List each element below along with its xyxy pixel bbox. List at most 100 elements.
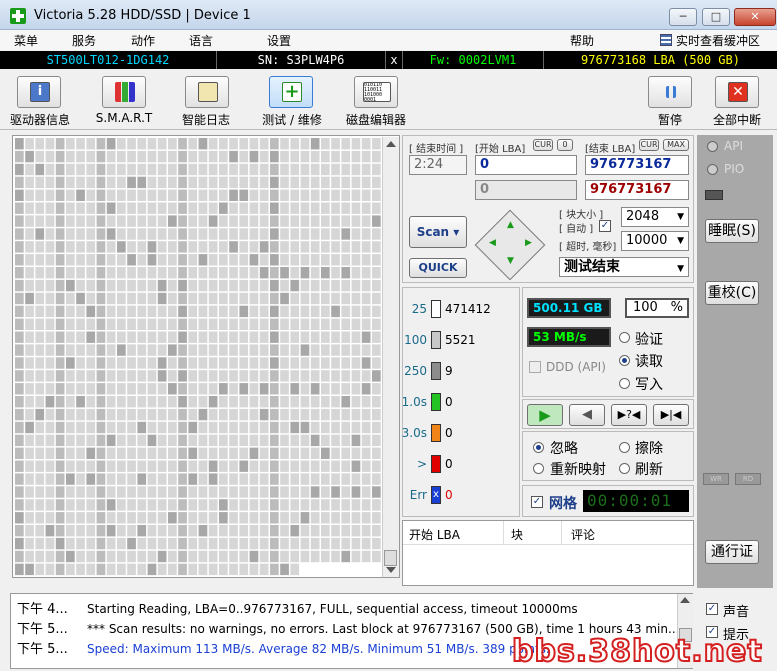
grid-block	[372, 138, 381, 150]
grid-block	[219, 305, 228, 318]
refresh-radio[interactable]	[619, 463, 630, 474]
grid-block	[168, 331, 177, 343]
arrow-down-icon[interactable]: ▼	[507, 256, 514, 266]
play-button[interactable]: ▶	[527, 404, 563, 426]
grid-block	[239, 163, 249, 176]
grid-block	[66, 176, 75, 189]
start-zero-button[interactable]: 0	[557, 139, 573, 151]
abort-all-button[interactable]: ✕	[715, 76, 759, 108]
grid-block	[35, 383, 45, 395]
end-lba-field[interactable]: 976773167	[585, 155, 689, 175]
grid-block	[249, 550, 259, 563]
grid-block	[157, 525, 167, 537]
ignore-radio[interactable]	[533, 442, 544, 453]
menu-language[interactable]: 语言	[189, 32, 213, 49]
smart-log-button[interactable]	[185, 76, 229, 108]
grid-checkbox[interactable]: ✓	[531, 496, 543, 508]
grid-block	[147, 460, 157, 472]
write-radio[interactable]	[619, 378, 630, 389]
grid-block	[117, 357, 126, 369]
quick-button[interactable]: QUICK	[409, 258, 467, 278]
pause-button[interactable]	[648, 76, 692, 108]
recalibrate-button[interactable]: 重校(C)	[705, 281, 759, 305]
grid-block	[259, 396, 269, 408]
auto-checkbox[interactable]: ✓	[599, 220, 611, 232]
grid-block	[178, 254, 187, 266]
grid-block	[117, 176, 126, 189]
device-serial: SN: S3PLW4P6	[257, 53, 345, 67]
col-block[interactable]: 块	[511, 526, 523, 543]
passthrough-button[interactable]: 通行证	[705, 540, 759, 564]
arrow-left-icon[interactable]: ◀	[489, 238, 496, 248]
disk-editor-button[interactable]: 010110 110011 101000 0001	[354, 76, 398, 108]
close-button[interactable]: ✕	[734, 8, 776, 26]
grid-block	[35, 331, 45, 343]
rewind-button[interactable]: ◀	[569, 404, 605, 426]
grid-block	[45, 331, 55, 343]
grid-block	[270, 357, 279, 369]
api-radio[interactable]	[707, 141, 718, 152]
grid-block	[76, 150, 85, 163]
start-lba-field-2[interactable]: 0	[475, 180, 577, 200]
end-lba-field-2[interactable]: 976773167	[585, 180, 689, 200]
block-size-select[interactable]: 2048 ▼	[621, 207, 689, 227]
menu-action[interactable]: 动作	[131, 32, 155, 49]
grid-block	[168, 176, 177, 189]
grid-block	[239, 383, 249, 395]
menu-service[interactable]: 服务	[72, 32, 96, 49]
grid-block	[372, 279, 381, 292]
menu-realtime-buffer[interactable]: 实时查看缓冲区	[676, 32, 760, 49]
grid-block	[361, 396, 371, 408]
smart-button[interactable]	[102, 76, 146, 108]
read-radio[interactable]	[619, 355, 630, 366]
random-button[interactable]: ▶?◀	[611, 404, 647, 426]
start-lba-field[interactable]: 0	[475, 155, 577, 175]
timeout-select[interactable]: 10000 ▼	[621, 231, 689, 251]
grid-block	[76, 331, 85, 343]
sleep-button[interactable]: 睡眠(S)	[705, 219, 759, 243]
start-cur-button[interactable]: CUR	[533, 139, 553, 151]
grid-block	[341, 434, 351, 447]
menu-main[interactable]: 菜单	[14, 32, 38, 49]
drive-info-button[interactable]: i	[17, 76, 61, 108]
scan-button[interactable]: Scan ▾	[409, 216, 467, 248]
grid-block	[249, 215, 259, 227]
scroll-down-icon[interactable]	[386, 567, 396, 573]
end-cur-button[interactable]: CUR	[639, 139, 659, 151]
test-repair-button[interactable]: +	[269, 76, 313, 108]
menu-settings[interactable]: 设置	[267, 32, 291, 49]
sound-checkbox[interactable]: ✓	[706, 603, 718, 615]
grid-block	[35, 550, 45, 563]
col-start-lba[interactable]: 开始 LBA	[409, 526, 460, 543]
grid-block	[198, 408, 208, 421]
grid-block	[66, 370, 75, 382]
grid-block	[331, 396, 340, 408]
menu-help[interactable]: 帮助	[570, 32, 594, 49]
remap-radio[interactable]	[533, 463, 544, 474]
grid-block	[219, 215, 228, 227]
grid-block	[208, 163, 218, 176]
grid-block	[290, 176, 300, 189]
grid-scrollbar[interactable]	[382, 137, 399, 577]
status-select[interactable]: 测试结束 ▼	[559, 257, 689, 277]
grid-block	[188, 228, 198, 240]
ddd-checkbox[interactable]	[529, 361, 541, 373]
end-time-field[interactable]: 2:24	[409, 155, 467, 175]
grid-block	[55, 189, 65, 201]
grid-block	[239, 408, 249, 421]
butterfly-button[interactable]: ▶|◀	[653, 404, 689, 426]
pio-radio[interactable]	[707, 164, 718, 175]
grid-block	[331, 512, 340, 524]
maximize-button[interactable]: □	[702, 8, 730, 26]
scroll-up-icon[interactable]	[386, 141, 396, 147]
verify-radio[interactable]	[619, 332, 630, 343]
arrow-right-icon[interactable]: ▶	[525, 238, 532, 248]
arrow-up-icon[interactable]: ▲	[507, 220, 514, 230]
erase-radio[interactable]	[619, 442, 630, 453]
minimize-button[interactable]: ─	[669, 8, 697, 26]
scroll-thumb[interactable]	[384, 550, 397, 566]
grid-block	[259, 331, 269, 343]
col-comment[interactable]: 评论	[571, 526, 595, 543]
end-max-button[interactable]: MAX	[663, 139, 689, 151]
log-scroll-up-icon[interactable]	[680, 597, 690, 603]
